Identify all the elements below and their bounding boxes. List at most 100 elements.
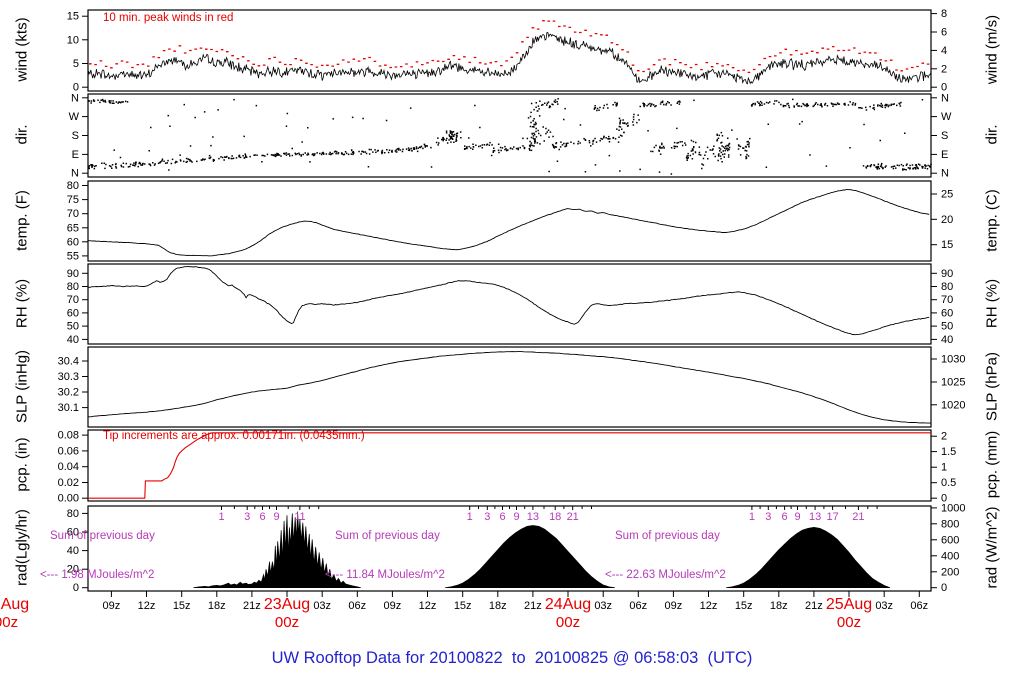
svg-text:25: 25 xyxy=(941,189,953,201)
rad-day2-area xyxy=(445,525,615,589)
dir-scatter xyxy=(88,98,932,175)
svg-text:W: W xyxy=(69,111,80,123)
wind-series xyxy=(87,31,932,85)
svg-text:40: 40 xyxy=(67,334,79,346)
x-axis-date-25aug: 25Aug 00z xyxy=(826,596,872,631)
svg-text:6: 6 xyxy=(259,511,265,523)
wind-peaks-series xyxy=(89,20,930,74)
svg-text:15z: 15z xyxy=(173,600,191,612)
svg-text:1030: 1030 xyxy=(941,354,965,366)
svg-text:10: 10 xyxy=(67,34,79,46)
rad-sum-annotation-3-title: Sum of previous day xyxy=(615,530,720,542)
svg-text:400: 400 xyxy=(941,550,959,562)
svg-text:5: 5 xyxy=(73,58,79,70)
svg-text:03z: 03z xyxy=(875,600,893,612)
svg-text:80: 80 xyxy=(941,281,953,293)
wind-peaks-annotation: 10 min. peak winds in red xyxy=(103,12,234,24)
x-axis-date-23aug: 23Aug 00z xyxy=(264,596,310,631)
rad-sum-annotation-3: Sum of previous day <--- 22.63 MJoules/m… xyxy=(605,504,726,608)
svg-text:0.06: 0.06 xyxy=(58,445,79,457)
plot-title: UW Rooftop Data for 20100822 to 20100825… xyxy=(271,649,753,667)
svg-text:18z: 18z xyxy=(770,600,788,612)
svg-text:9: 9 xyxy=(273,511,279,523)
svg-text:9: 9 xyxy=(794,511,800,523)
svg-text:S: S xyxy=(941,130,948,142)
svg-text:1000: 1000 xyxy=(941,502,965,514)
svg-text:0.5: 0.5 xyxy=(941,477,956,489)
svg-text:1020: 1020 xyxy=(941,399,965,411)
svg-text:3: 3 xyxy=(484,511,490,523)
svg-text:65: 65 xyxy=(67,222,79,234)
temp-series xyxy=(88,188,930,257)
svg-text:50: 50 xyxy=(67,321,79,333)
svg-text:1.5: 1.5 xyxy=(941,446,956,458)
svg-text:70: 70 xyxy=(67,294,79,306)
date-sublabel: 00z xyxy=(274,614,300,631)
svg-text:0.08: 0.08 xyxy=(58,430,79,442)
svg-text:S: S xyxy=(72,130,79,142)
svg-text:15z: 15z xyxy=(735,600,753,612)
svg-text:70: 70 xyxy=(941,294,953,306)
svg-text:75: 75 xyxy=(67,194,79,206)
svg-text:30.2: 30.2 xyxy=(58,387,79,399)
svg-text:E: E xyxy=(941,149,948,161)
svg-text:0.04: 0.04 xyxy=(58,461,79,473)
svg-text:1: 1 xyxy=(218,511,224,523)
svg-text:13: 13 xyxy=(809,511,821,523)
svg-text:20: 20 xyxy=(941,214,953,226)
svg-text:200: 200 xyxy=(941,566,959,578)
date-label: 23Aug xyxy=(263,596,311,613)
pcp-tip-annotation: Tip increments are approx. 0.00171in. (0… xyxy=(103,430,365,442)
date-label: 24Aug xyxy=(544,596,592,613)
svg-text:4: 4 xyxy=(941,45,947,57)
rad-sum-annotation-1-value: <--- 1.98 MJoules/m^2 xyxy=(40,569,155,581)
svg-text:18z: 18z xyxy=(208,600,226,612)
svg-text:8: 8 xyxy=(941,8,947,20)
svg-text:80: 80 xyxy=(67,281,79,293)
svg-text:21: 21 xyxy=(852,511,864,523)
svg-text:70: 70 xyxy=(67,208,79,220)
svg-text:6: 6 xyxy=(499,511,505,523)
date-sublabel: 00z xyxy=(0,614,19,631)
svg-text:N: N xyxy=(71,168,79,180)
svg-text:60: 60 xyxy=(941,307,953,319)
x-axis-date-22aug: 22Aug 00z xyxy=(0,596,29,631)
svg-text:80: 80 xyxy=(67,180,79,192)
rad-sum-annotation-3-value: <--- 22.63 MJoules/m^2 xyxy=(605,569,726,581)
slp-panel: 30.1 30.2 30.3 30.4 1020 1025 1030 xyxy=(58,346,965,428)
svg-text:30.3: 30.3 xyxy=(58,371,79,383)
svg-text:13: 13 xyxy=(527,511,539,523)
rad-day3-area xyxy=(726,527,891,589)
svg-text:N: N xyxy=(941,168,949,180)
svg-text:90: 90 xyxy=(67,268,79,280)
meteogram-plot: 0 5 10 15 0 2 4 6 8 N E S W N N E S W N 55 60 65 70 75 80 15 20 25 4… xyxy=(0,0,1024,700)
svg-text:1025: 1025 xyxy=(941,377,965,389)
svg-text:60: 60 xyxy=(67,307,79,319)
svg-text:15: 15 xyxy=(67,11,79,23)
svg-text:E: E xyxy=(72,149,79,161)
svg-text:1: 1 xyxy=(749,511,755,523)
svg-text:0.00: 0.00 xyxy=(58,493,79,505)
rad-sum-annotation-2-title: Sum of previous day xyxy=(335,530,440,542)
svg-text:2: 2 xyxy=(941,63,947,75)
svg-text:30.4: 30.4 xyxy=(58,356,79,368)
slp-series xyxy=(88,351,931,424)
svg-text:21z: 21z xyxy=(805,600,823,612)
svg-text:17: 17 xyxy=(826,511,838,523)
svg-text:3: 3 xyxy=(765,511,771,523)
svg-text:11: 11 xyxy=(294,511,305,523)
svg-text:9: 9 xyxy=(513,511,519,523)
dir-panel: NESWNNESWN xyxy=(69,92,952,179)
date-sublabel: 00z xyxy=(555,614,581,631)
pcp-series xyxy=(88,432,931,499)
rh-series xyxy=(87,265,930,336)
svg-text:0: 0 xyxy=(941,582,947,594)
svg-text:2: 2 xyxy=(941,431,947,443)
svg-text:90: 90 xyxy=(941,268,953,280)
svg-text:21z: 21z xyxy=(243,600,261,612)
svg-text:N: N xyxy=(71,92,79,104)
svg-text:N: N xyxy=(941,92,949,104)
y-axis-label-rad-wm2: rad (W/m^2) xyxy=(983,506,1001,589)
svg-text:15: 15 xyxy=(941,239,953,251)
svg-text:21: 21 xyxy=(567,511,579,523)
